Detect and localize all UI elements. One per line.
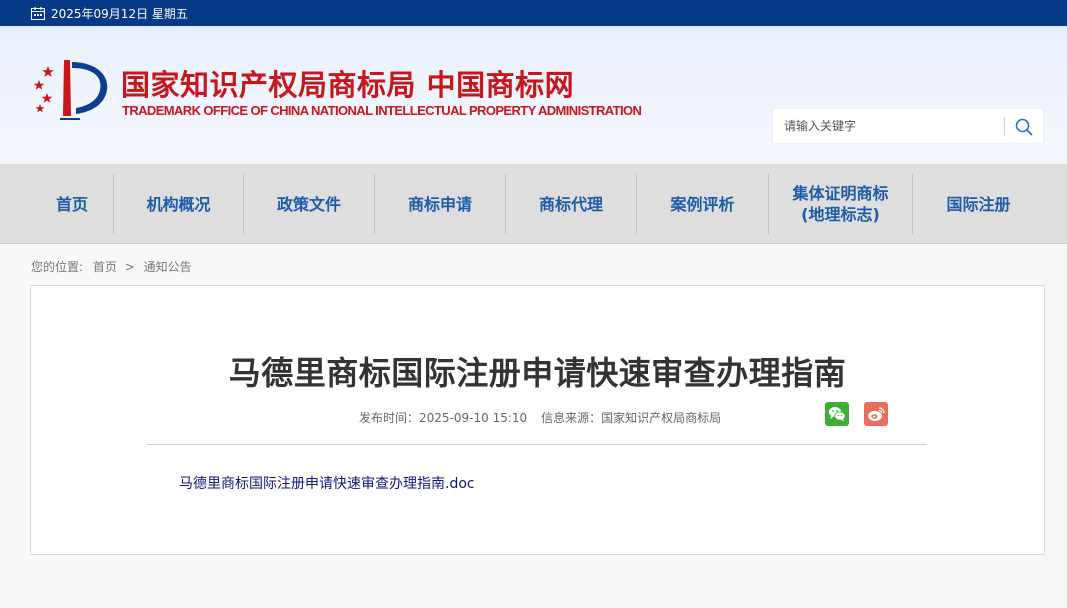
- source-label: 信息来源：: [541, 411, 602, 425]
- nav-item-agency[interactable]: 商标代理: [506, 174, 636, 234]
- calendar-icon: [31, 6, 45, 20]
- search-box: [772, 108, 1044, 144]
- article-meta: 发布时间：2025-09-10 15:10 信息来源：国家知识产权局商标局: [359, 409, 721, 426]
- search-icon: [1015, 118, 1033, 136]
- share-wechat-button[interactable]: [825, 402, 849, 426]
- main-nav: 首页 机构概况 政策文件 商标申请 商标代理 案例评析 集体证明商标 (地理标志…: [0, 164, 1067, 244]
- weibo-icon: [868, 407, 885, 421]
- nav-item-application[interactable]: 商标申请: [375, 174, 505, 234]
- top-bar: 2025年09月12日 星期五: [0, 0, 1067, 26]
- search-button[interactable]: [1009, 113, 1039, 141]
- nav-item-home[interactable]: 首页: [31, 174, 113, 234]
- title-divider: [147, 444, 927, 445]
- attachment-link[interactable]: 马德里商标国际注册申请快速审查办理指南.doc: [179, 473, 475, 493]
- breadcrumb-prefix: 您的位置:: [31, 260, 84, 274]
- site-title[interactable]: 国家知识产权局商标局 中国商标网: [121, 62, 574, 104]
- logo-emblem[interactable]: [30, 56, 110, 122]
- publish-time: 2025-09-10 15:10: [419, 411, 528, 425]
- publish-label: 发布时间：: [359, 411, 420, 425]
- current-date: 2025年09月12日 星期五: [51, 6, 188, 21]
- breadcrumb-home[interactable]: 首页: [93, 260, 117, 274]
- search-divider: [1004, 117, 1005, 136]
- breadcrumb-current[interactable]: 通知公告: [144, 260, 192, 274]
- nav-item-cases[interactable]: 案例评析: [637, 174, 768, 234]
- breadcrumb: 您的位置: 首页 > 通知公告: [31, 258, 192, 275]
- nav-item-policy[interactable]: 政策文件: [244, 174, 374, 234]
- site-subtitle: TRADEMARK OFFICE OF CHINA NATIONAL INTEL…: [122, 103, 642, 118]
- search-input[interactable]: [773, 109, 1001, 143]
- site-header: 国家知识产权局商标局 中国商标网 TRADEMARK OFFICE OF CHI…: [0, 26, 1067, 164]
- article-panel: 马德里商标国际注册申请快速审查办理指南 发布时间：2025-09-10 15:1…: [30, 285, 1045, 555]
- nav-item-about[interactable]: 机构概况: [114, 174, 243, 234]
- wechat-icon: [828, 407, 846, 422]
- nav-item-collective-marks[interactable]: 集体证明商标 (地理标志): [769, 174, 912, 234]
- article-title: 马德里商标国际注册申请快速审查办理指南: [228, 354, 847, 392]
- source-value: 国家知识产权局商标局: [601, 411, 722, 425]
- breadcrumb-arrow: >: [124, 260, 135, 274]
- share-weibo-button[interactable]: [864, 402, 888, 426]
- nav-item-international[interactable]: 国际注册: [913, 174, 1044, 234]
